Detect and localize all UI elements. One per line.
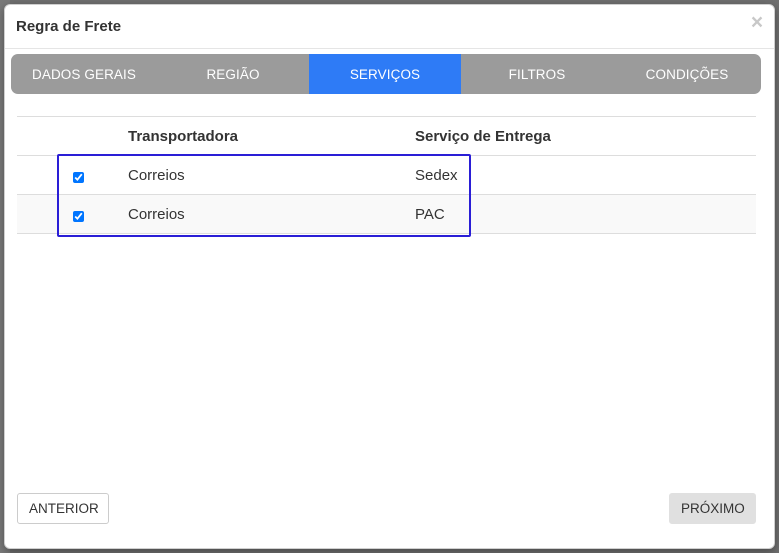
service-cell: PAC <box>415 194 756 234</box>
row-checkbox-wrapper <box>73 170 84 183</box>
column-header-select <box>17 116 128 156</box>
service-cell: Sedex <box>415 155 756 195</box>
carrier-cell: Correios <box>128 155 415 195</box>
table-row: Correios PAC <box>17 194 756 234</box>
row-checkbox[interactable] <box>73 171 84 183</box>
services-table-container: Transportadora Serviço de Entrega Correi… <box>17 116 756 234</box>
table-row: Correios Sedex <box>17 155 756 195</box>
tab-filtros[interactable]: FILTROS <box>461 54 613 94</box>
modal-title: Regra de Frete <box>16 18 122 35</box>
tab-servicos[interactable]: SERVIÇOS <box>309 54 461 94</box>
row-checkbox-wrapper <box>73 209 84 222</box>
next-button[interactable]: PRÓXIMO <box>669 493 756 524</box>
table-header-row: Transportadora Serviço de Entrega <box>17 116 756 156</box>
tab-regiao[interactable]: REGIÃO <box>157 54 309 94</box>
tab-condicoes[interactable]: CONDIÇÕES <box>613 54 761 94</box>
tab-bar: DADOS GERAIS REGIÃO SERVIÇOS FILTROS CON… <box>11 54 761 94</box>
row-checkbox[interactable] <box>73 210 84 222</box>
column-header-service: Serviço de Entrega <box>415 116 756 156</box>
carrier-cell: Correios <box>128 194 415 234</box>
services-table: Transportadora Serviço de Entrega Correi… <box>17 116 756 234</box>
column-header-carrier: Transportadora <box>128 116 415 156</box>
select-cell <box>17 194 128 234</box>
close-icon[interactable]: × <box>748 12 766 33</box>
tab-dados-gerais[interactable]: DADOS GERAIS <box>11 54 157 94</box>
modal-header: Regra de Frete × <box>5 5 774 49</box>
select-cell <box>17 155 128 195</box>
previous-button[interactable]: ANTERIOR <box>17 493 109 524</box>
